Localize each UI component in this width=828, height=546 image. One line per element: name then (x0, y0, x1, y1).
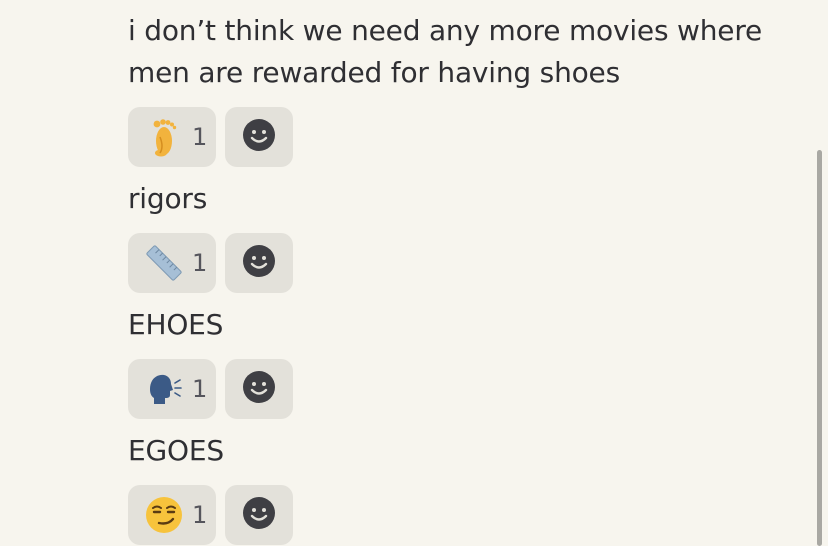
speaking-head-emoji-icon (144, 369, 184, 409)
message-text: i don’t think we need any more movies wh… (128, 14, 763, 89)
reaction-count: 1 (192, 501, 208, 529)
reaction-pill-foot[interactable]: 1 (128, 107, 216, 167)
reaction-pill-smirk[interactable]: 1 (128, 485, 216, 545)
reaction-count: 1 (192, 249, 208, 277)
message-text: rigors (128, 182, 208, 215)
foot-emoji-icon (144, 117, 184, 157)
reaction-row: 1 (128, 233, 808, 293)
smiley-add-reaction-icon (242, 118, 276, 156)
add-reaction-button[interactable] (225, 107, 293, 167)
ruler-emoji-icon (144, 243, 184, 283)
add-reaction-button[interactable] (225, 359, 293, 419)
smiley-add-reaction-icon (242, 496, 276, 534)
smiley-add-reaction-icon (242, 370, 276, 408)
reaction-count: 1 (192, 375, 208, 403)
add-reaction-button[interactable] (225, 233, 293, 293)
reaction-pill-ruler[interactable]: 1 (128, 233, 216, 293)
reaction-row: 1 (128, 107, 808, 167)
smirking-face-emoji-icon (144, 495, 184, 535)
reaction-count: 1 (192, 123, 208, 151)
vertical-scrollbar[interactable] (817, 150, 822, 546)
message-text: EHOES (128, 308, 224, 341)
message-feed: i don’t think we need any more movies wh… (128, 0, 808, 546)
reaction-pill-speaking-head[interactable]: 1 (128, 359, 216, 419)
reaction-row: 1 (128, 359, 808, 419)
message-text: EGOES (128, 434, 224, 467)
reaction-row: 1 (128, 485, 808, 545)
smiley-add-reaction-icon (242, 244, 276, 282)
add-reaction-button[interactable] (225, 485, 293, 545)
